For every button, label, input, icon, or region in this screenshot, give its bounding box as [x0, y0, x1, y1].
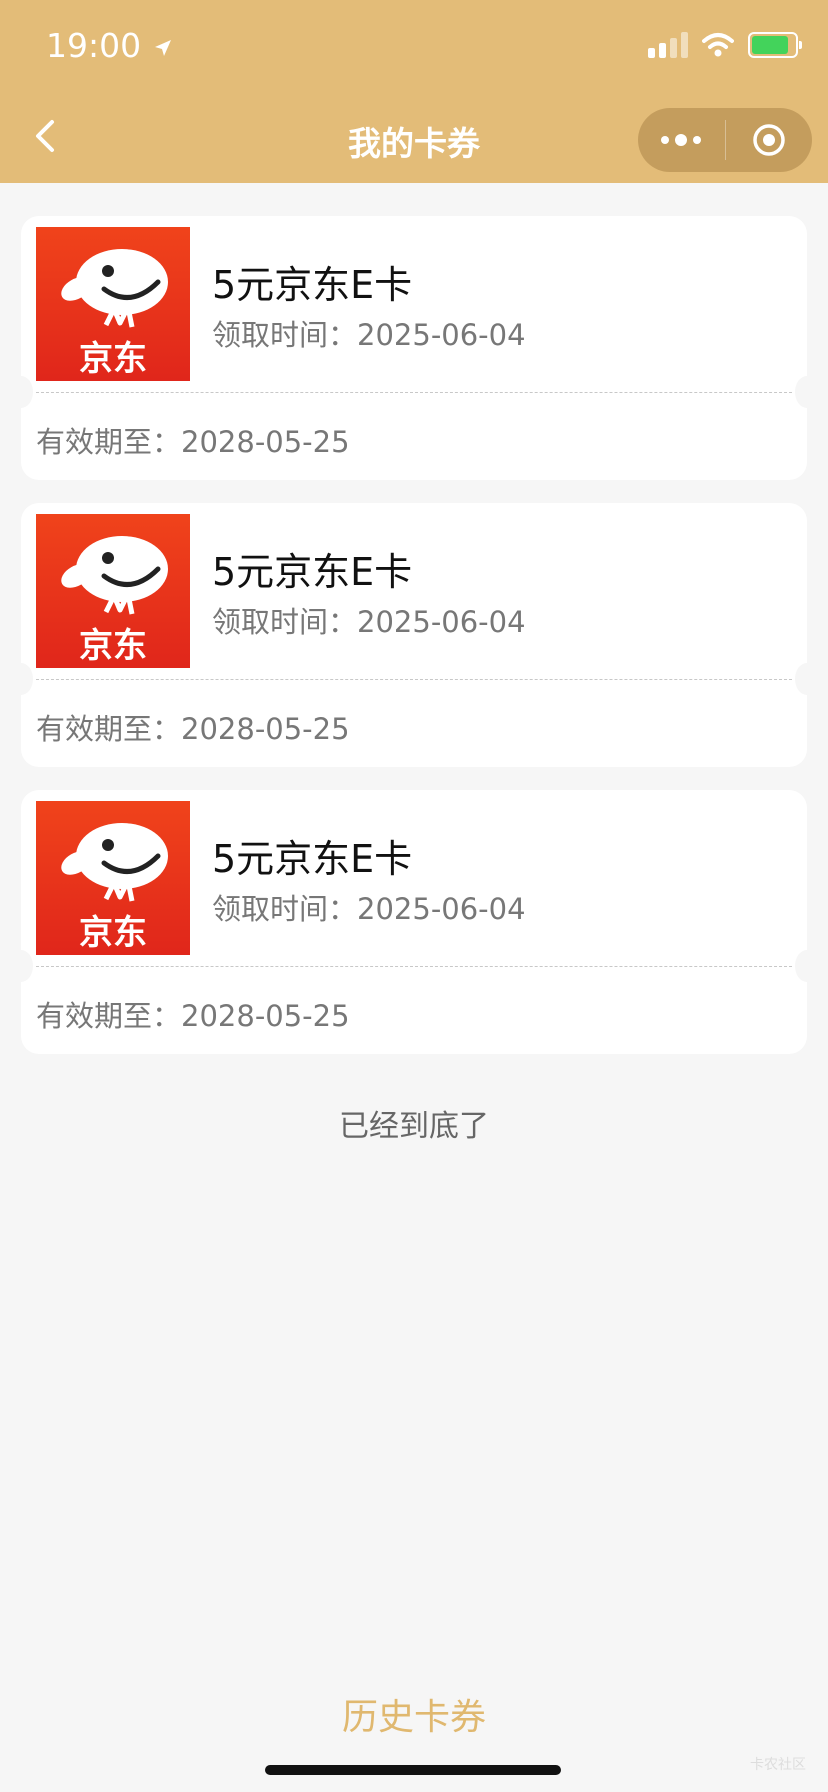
jd-logo-icon: 京东 [36, 801, 190, 955]
status-icons [648, 32, 802, 58]
dashed-divider [36, 392, 792, 393]
jd-logo-icon: 京东 [36, 227, 190, 381]
jd-logo-icon: 京东 [36, 514, 190, 668]
received-time: 领取时间：2025-06-04 [212, 886, 526, 928]
coupon-name: 5元京东E卡 [212, 263, 413, 307]
more-button[interactable] [638, 108, 725, 172]
close-target-icon [753, 124, 785, 156]
received-time: 领取时间：2025-06-04 [212, 312, 526, 354]
received-date: 2025-06-04 [357, 605, 526, 639]
ticket-notch-right [795, 663, 819, 695]
miniprogram-capsule [638, 108, 812, 172]
status-time-text: 19:00 [46, 26, 142, 65]
coupon-card[interactable]: 京东 5元京东E卡 领取时间：2025-06-04 有效期至：2028-05-2… [9, 216, 819, 480]
watermark: 卡农社区 [750, 1757, 806, 1773]
wifi-icon [702, 33, 734, 57]
received-date: 2025-06-04 [357, 892, 526, 926]
received-date: 2025-06-04 [357, 318, 526, 352]
expire-label: 有效期至： [36, 999, 182, 1033]
coupon-name: 5元京东E卡 [212, 837, 413, 881]
expire-date-value: 2028-05-25 [181, 712, 350, 746]
location-arrow-icon [154, 39, 171, 56]
logo-text: 京东 [79, 626, 147, 666]
ticket-notch-right [795, 376, 819, 408]
ticket-notch-left [9, 950, 33, 982]
expire-date: 有效期至：2028-05-25 [36, 993, 350, 1035]
dashed-divider [36, 679, 792, 680]
header: 19:00 我的卡券 [0, 0, 828, 183]
ticket-notch-left [9, 663, 33, 695]
expire-label: 有效期至： [36, 712, 182, 746]
logo-text: 京东 [79, 339, 147, 379]
close-button[interactable] [726, 108, 813, 172]
list-end-text: 已经到底了 [339, 1109, 489, 1144]
received-label: 领取时间： [212, 318, 358, 352]
signal-icon [648, 32, 688, 58]
history-coupons-button[interactable]: 历史卡券 [0, 1688, 828, 1740]
more-dots-icon [661, 134, 702, 146]
expire-date: 有效期至：2028-05-25 [36, 706, 350, 748]
ticket-notch-left [9, 376, 33, 408]
expire-date-value: 2028-05-25 [181, 999, 350, 1033]
logo-text: 京东 [79, 913, 147, 953]
coupon-card[interactable]: 京东 5元京东E卡 领取时间：2025-06-04 有效期至：2028-05-2… [9, 790, 819, 1054]
battery-charging-icon [748, 32, 802, 58]
dashed-divider [36, 966, 792, 967]
expire-label: 有效期至： [36, 425, 182, 459]
coupon-name: 5元京东E卡 [212, 550, 413, 594]
status-time: 19:00 [46, 26, 174, 65]
expire-date: 有效期至：2028-05-25 [36, 419, 350, 461]
received-label: 领取时间： [212, 605, 358, 639]
received-label: 领取时间： [212, 892, 358, 926]
home-indicator[interactable] [265, 1765, 561, 1775]
received-time: 领取时间：2025-06-04 [212, 599, 526, 641]
expire-date-value: 2028-05-25 [181, 425, 350, 459]
ticket-notch-right [795, 950, 819, 982]
coupon-card[interactable]: 京东 5元京东E卡 领取时间：2025-06-04 有效期至：2028-05-2… [9, 503, 819, 767]
